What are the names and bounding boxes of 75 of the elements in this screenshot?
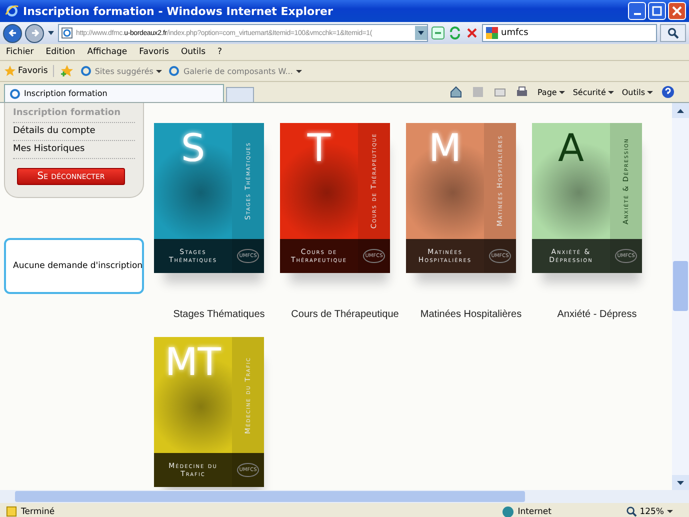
favorites-link[interactable]: Sites suggérés [80, 65, 162, 77]
home-icon[interactable] [449, 85, 464, 99]
box-letter: T [307, 129, 331, 167]
favorites-button[interactable]: Favoris [4, 65, 54, 77]
up-arrow-icon [677, 108, 684, 112]
caret-icon [667, 510, 673, 513]
page-icon [9, 88, 21, 100]
back-button[interactable] [3, 24, 22, 42]
sidebar-link[interactable]: Mes Historiques [13, 141, 135, 159]
vertical-scrollbar[interactable] [672, 103, 689, 490]
minimize-button[interactable] [628, 2, 646, 20]
search-field[interactable]: umfcs [482, 24, 657, 42]
forward-button[interactable] [25, 24, 44, 42]
box-letter: S [180, 129, 206, 167]
product-caption[interactable]: Cours de Thérapeutique [291, 309, 399, 320]
scroll-thumb[interactable] [15, 491, 525, 502]
status-text: Terminé [21, 506, 56, 516]
left-arrow-icon [8, 28, 18, 38]
star-icon [4, 65, 16, 77]
dropdown-icon[interactable] [415, 26, 427, 40]
page-icon [168, 65, 180, 77]
page-icon [61, 27, 73, 39]
scroll-thumb[interactable] [673, 261, 688, 311]
command-menu[interactable]: Sécurité [572, 88, 614, 96]
sidebar-link[interactable]: Détails du compte [13, 123, 135, 141]
product-caption[interactable]: Anxiété - Dépress [557, 309, 637, 320]
window-title: Inscription formation - Windows Internet Explorer [23, 4, 334, 18]
help-icon[interactable] [661, 85, 675, 99]
box-letter: MT [165, 343, 221, 381]
down-arrow-icon [677, 480, 684, 484]
horizontal-scrollbar[interactable] [0, 490, 689, 503]
favorites-link[interactable]: Galerie de composants W... [168, 65, 302, 77]
caret-icon [296, 70, 302, 72]
caret-icon [156, 70, 162, 72]
menu-item[interactable]: Outils [180, 47, 206, 57]
box-letter: A [558, 129, 584, 167]
search-text: umfcs [501, 28, 528, 38]
sidebar-link: Inscription formation [13, 105, 135, 123]
search-icon [667, 27, 679, 39]
search-button[interactable] [660, 24, 686, 42]
browser-tab[interactable]: Inscription formation [4, 84, 224, 102]
stop-icon[interactable] [465, 26, 479, 40]
product-caption[interactable]: Matinées Hospitalières [420, 309, 522, 320]
notice-text: Aucune demande d'inscription [13, 261, 143, 271]
search-provider-icon [486, 27, 498, 39]
zoom-level[interactable]: 125% [626, 506, 673, 517]
refresh-icon[interactable] [448, 26, 462, 40]
print-icon[interactable] [515, 85, 530, 99]
scroll-up-button[interactable] [672, 103, 689, 118]
menu-item[interactable]: Fichier [6, 47, 34, 57]
scroll-down-button[interactable] [672, 475, 689, 490]
caret-icon [608, 90, 614, 94]
command-menu[interactable]: Page [537, 88, 565, 96]
close-button[interactable] [668, 2, 686, 20]
close-icon [672, 6, 682, 16]
minimize-icon [634, 13, 640, 15]
menu-item[interactable]: ? [218, 47, 222, 57]
right-arrow-icon [30, 28, 40, 38]
box-letter: M [428, 129, 462, 167]
maximize-button[interactable] [648, 2, 666, 20]
browser-logo-icon [5, 4, 19, 18]
caret-icon [558, 90, 565, 94]
caret-icon [647, 90, 653, 94]
logout-button[interactable]: Se déconnecter [17, 168, 125, 185]
maximize-icon [652, 6, 662, 16]
product-caption[interactable]: Stages Thématiques [173, 309, 265, 320]
security-zone: Internet [502, 506, 622, 517]
command-menu[interactable]: Outils [622, 88, 653, 96]
warning-icon [6, 506, 17, 517]
menu-item[interactable]: Edition [46, 47, 76, 57]
dropdown-icon[interactable] [47, 29, 55, 37]
menu-item[interactable]: Affichage [87, 47, 128, 57]
menu-item[interactable]: Favoris [139, 47, 169, 57]
page-icon [80, 65, 92, 77]
magnifier-icon [626, 506, 637, 517]
